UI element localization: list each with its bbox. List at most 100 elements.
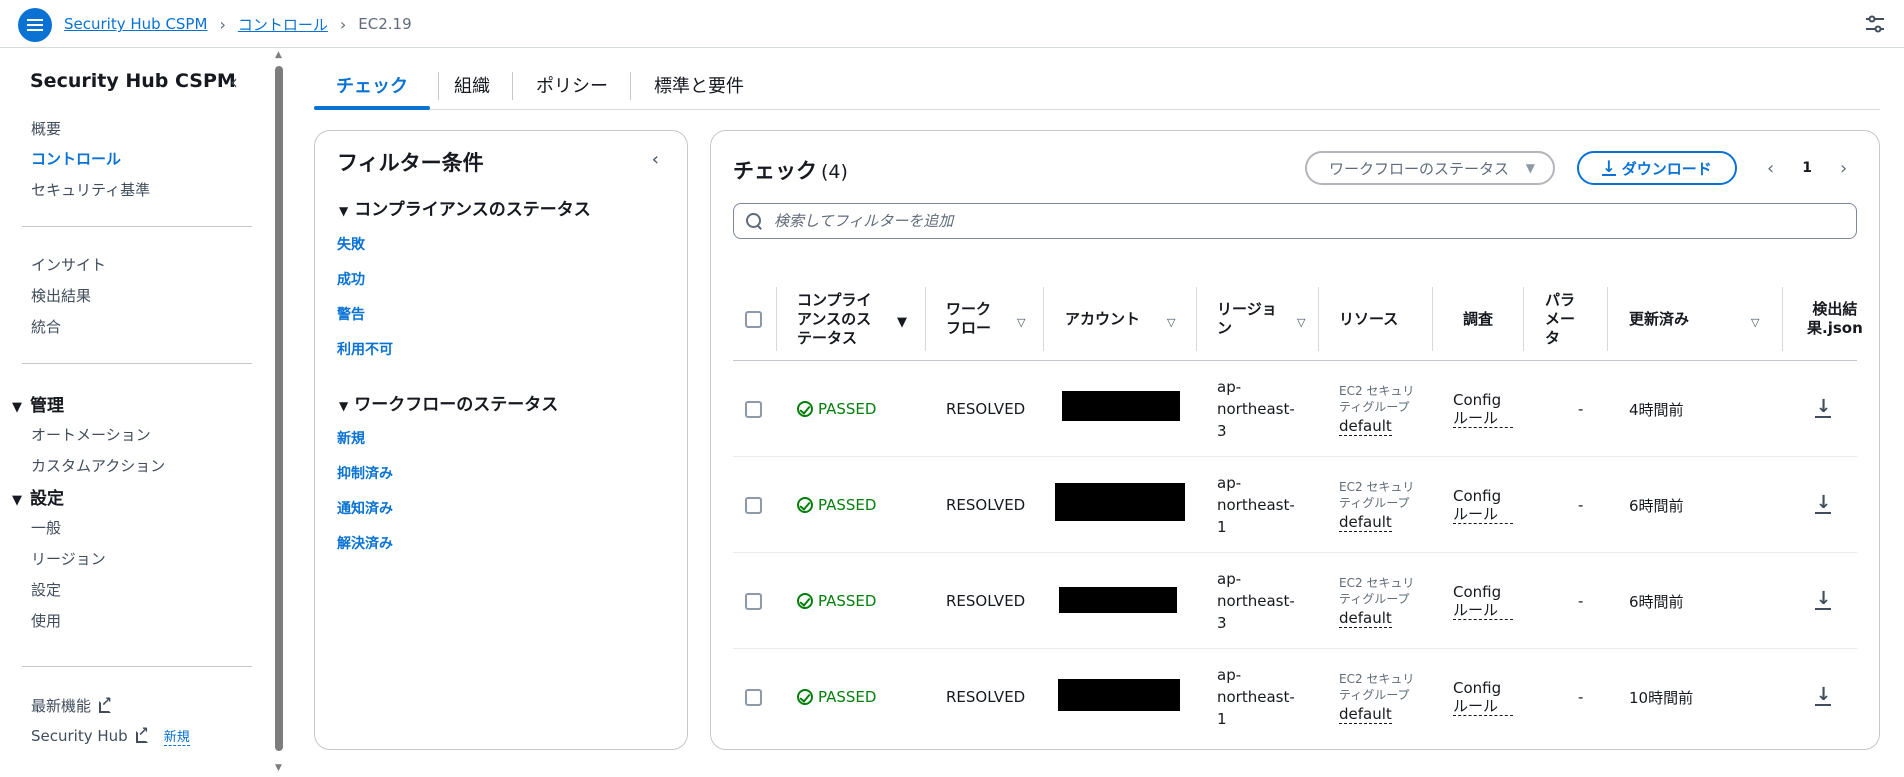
scrollbar-thumb[interactable] (275, 66, 283, 751)
column-separator (1523, 287, 1524, 351)
check-circle-icon (797, 401, 813, 417)
sidebar-item-custom-actions[interactable]: カスタムアクション (31, 455, 165, 476)
menu-button[interactable] (18, 8, 52, 42)
investigate-cell[interactable]: Config ルール (1453, 553, 1513, 649)
sidebar-item-automations[interactable]: オートメーション (31, 424, 151, 445)
resource-link[interactable]: default (1339, 417, 1392, 436)
parameters-value: - (1578, 496, 1584, 514)
resource-link[interactable]: default (1339, 705, 1392, 724)
sidebar-item-whats-new[interactable]: 最新機能 (31, 695, 112, 716)
column-workflow[interactable]: ワークフロー (946, 277, 1004, 361)
filter-compliance-heading[interactable]: ▼ コンプライアンスのステータス (339, 195, 591, 220)
breadcrumb-service-link[interactable]: Security Hub CSPM (64, 15, 207, 33)
sidebar-item-overview[interactable]: 概要 (31, 118, 61, 139)
scroll-down-icon[interactable]: ▼ (275, 763, 282, 773)
checkbox[interactable] (745, 310, 762, 328)
column-separator (1782, 287, 1783, 351)
sidebar-item-regions[interactable]: リージョン (31, 548, 106, 569)
column-label: リージョン (1217, 300, 1277, 337)
tab-active-indicator (314, 106, 430, 110)
filter-option-resolved[interactable]: 解決済み (337, 533, 393, 553)
column-region[interactable]: リージョン (1217, 277, 1291, 361)
sort-icon[interactable]: ▽ (1167, 277, 1179, 361)
investigate-link[interactable]: Config ルール (1453, 391, 1513, 428)
tab-policies[interactable]: ポリシー (536, 72, 608, 98)
page-number[interactable]: 1 (1802, 160, 1812, 176)
resource-cell: EC2 セキュリティグループ default (1339, 361, 1419, 457)
search-field[interactable] (733, 203, 1857, 239)
row-checkbox[interactable] (745, 649, 762, 745)
sort-icon[interactable]: ▽ (1297, 277, 1309, 361)
filter-heading-label: コンプライアンスのステータス (354, 200, 591, 220)
chevron-right-icon[interactable]: › (1840, 158, 1847, 179)
filter-option-new[interactable]: 新規 (337, 428, 365, 448)
resource-link[interactable]: default (1339, 513, 1392, 532)
investigate-cell[interactable]: Config ルール (1453, 649, 1513, 745)
settings-icon[interactable] (1864, 14, 1886, 34)
column-account[interactable]: アカウント (1065, 277, 1140, 361)
sidebar-divider (22, 666, 252, 667)
sidebar-item-configuration[interactable]: 設定 (31, 579, 61, 600)
breadcrumb-current: EC2.19 (358, 15, 412, 33)
download-json-button[interactable] (1815, 361, 1831, 457)
workflow-status-select[interactable]: ワークフローのステータス ▼ (1305, 151, 1555, 185)
search-input[interactable] (774, 212, 1774, 230)
filter-option-warning[interactable]: 警告 (337, 304, 365, 324)
sidebar-item-findings[interactable]: 検出結果 (31, 285, 91, 306)
row-checkbox[interactable] (745, 361, 762, 457)
filter-option-passed[interactable]: 成功 (337, 269, 365, 289)
tab-organization[interactable]: 組織 (454, 72, 490, 98)
resource-type: EC2 セキュリティグループ (1339, 479, 1415, 510)
breadcrumb-controls-link[interactable]: コントロール (238, 14, 328, 35)
sort-icon[interactable]: ▽ (1017, 277, 1029, 361)
filter-workflow-heading[interactable]: ▼ ワークフローのステータス (339, 390, 558, 415)
tab-standards-requirements[interactable]: 標準と要件 (654, 72, 744, 98)
investigate-link[interactable]: Config ルール (1453, 679, 1513, 716)
column-separator (1196, 287, 1197, 351)
checkbox[interactable] (745, 400, 762, 418)
investigate-cell[interactable]: Config ルール (1453, 361, 1513, 457)
investigate-cell[interactable]: Config ルール (1453, 457, 1513, 553)
filter-option-failed[interactable]: 失敗 (337, 234, 365, 254)
select-all-checkbox[interactable] (745, 277, 762, 361)
chevron-left-icon[interactable]: ‹ (652, 149, 659, 170)
sidebar-section-settings[interactable]: ▼ 設定 (12, 484, 64, 509)
scroll-up-icon[interactable]: ▲ (275, 50, 282, 60)
download-button[interactable]: ↓ ダウンロード (1577, 151, 1737, 185)
filter-option-not-available[interactable]: 利用不可 (337, 339, 393, 359)
sidebar-item-general[interactable]: 一般 (31, 517, 61, 538)
pagination: ‹ 1 › (1767, 151, 1847, 185)
sidebar-item-insights[interactable]: インサイト (31, 254, 106, 275)
chevron-left-icon[interactable]: ‹ (230, 70, 238, 94)
download-json-button[interactable] (1815, 553, 1831, 649)
row-checkbox[interactable] (745, 457, 762, 553)
sort-icon[interactable]: ▼ (897, 277, 909, 361)
sort-icon[interactable]: ▽ (1751, 277, 1763, 361)
row-checkbox[interactable] (745, 553, 762, 649)
sidebar-item-standards[interactable]: セキュリティ基準 (31, 179, 150, 200)
checkbox[interactable] (745, 496, 762, 514)
workflow-value: RESOLVED (946, 496, 1026, 514)
sidebar-section-manage[interactable]: ▼ 管理 (12, 391, 64, 416)
checkbox[interactable] (745, 688, 762, 706)
sidebar-item-security-hub[interactable]: Security Hub 新規 (31, 725, 190, 746)
tab-checks[interactable]: チェック (336, 72, 408, 98)
investigate-link[interactable]: Config ルール (1453, 487, 1513, 524)
region-value: ap-northeast-1 (1217, 666, 1295, 728)
filter-option-notified[interactable]: 通知済み (337, 498, 393, 518)
chevron-left-icon[interactable]: ‹ (1767, 158, 1774, 179)
sidebar-item-integrations[interactable]: 統合 (31, 316, 61, 337)
column-compliance[interactable]: コンプライアンスのステータス (797, 277, 883, 361)
updated-value: 10時間前 (1629, 688, 1694, 707)
resource-link[interactable]: default (1339, 609, 1392, 628)
download-json-button[interactable] (1815, 457, 1831, 553)
sidebar-item-controls[interactable]: コントロール (31, 148, 121, 169)
sidebar-scrollbar[interactable]: ▲ ▼ (272, 48, 286, 777)
whats-new-label: 最新機能 (31, 697, 92, 715)
investigate-link[interactable]: Config ルール (1453, 583, 1513, 620)
filter-option-suppressed[interactable]: 抑制済み (337, 463, 393, 483)
column-updated[interactable]: 更新済み (1629, 277, 1689, 361)
sidebar-item-usage[interactable]: 使用 (31, 610, 61, 631)
download-json-button[interactable] (1815, 649, 1831, 745)
checkbox[interactable] (745, 592, 762, 610)
